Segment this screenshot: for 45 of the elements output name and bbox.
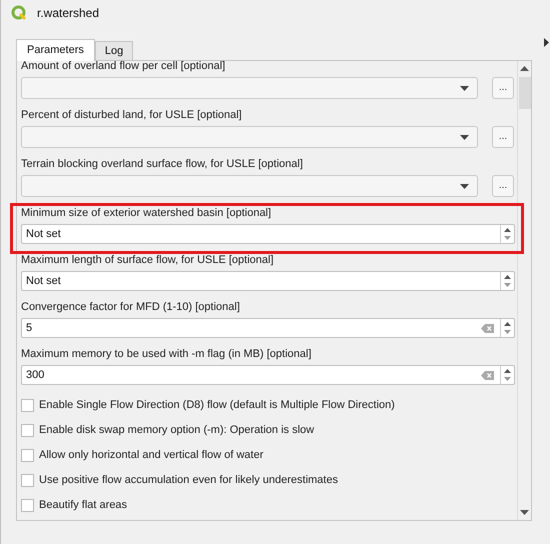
clear-icon[interactable]	[481, 370, 494, 380]
parameter-label: Maximum memory to be used with -m flag (in MB) [optional]	[21, 347, 312, 361]
scroll-thumb[interactable]	[518, 77, 530, 109]
layer-combo-box[interactable]	[21, 175, 478, 197]
checkbox[interactable]	[21, 474, 34, 486]
dropdown-arrow-icon	[460, 134, 469, 140]
parameter-label: Amount of overland flow per cell [optional]	[21, 59, 226, 73]
checkbox-label: Use positive flow accumulation even for likely underestimates	[39, 472, 338, 488]
browse-button[interactable]: ...	[492, 126, 514, 148]
parameter-label: Minimum size of exterior watershed basin [optional]	[21, 206, 272, 220]
parameter-label: Convergence factor for MFD (1-10) [optional]	[21, 300, 241, 314]
app-logo-icon	[11, 4, 27, 20]
parameter-label: Maximum length of surface flow, for USLE [optional]	[21, 253, 275, 267]
scrollbar[interactable]	[517, 61, 531, 520]
window-title: r.watershed	[37, 4, 100, 22]
spin-arrows-icon[interactable]	[500, 319, 514, 337]
checkbox[interactable]	[21, 448, 34, 462]
checkbox-label: Enable disk swap memory option (-m): Operation is slow	[39, 422, 314, 438]
checkbox-label: Enable Single Flow Direction (D8) flow (default is Multiple Flow Direction)	[39, 398, 395, 413]
checkbox-label: Allow only horizontal and vertical flow of water	[39, 448, 264, 463]
scroll-down-arrow-icon[interactable]	[520, 510, 529, 515]
spin-arrows-icon[interactable]	[500, 225, 514, 243]
checkbox[interactable]	[21, 398, 34, 412]
tab[interactable]: Parameters	[16, 39, 95, 61]
number-spin-box[interactable]: 5	[21, 318, 515, 338]
checkbox-label: Beautify flat areas	[39, 498, 128, 513]
tab[interactable]: Log	[94, 41, 134, 60]
spin-arrows-icon[interactable]	[500, 366, 514, 384]
parameter-label: Percent of disturbed land, for USLE [optional]	[21, 108, 243, 122]
layer-combo-box[interactable]	[21, 126, 478, 148]
expand-arrow-icon[interactable]	[544, 38, 549, 47]
checkbox[interactable]	[21, 424, 34, 436]
layer-combo-box[interactable]	[21, 77, 478, 99]
browse-button[interactable]: ...	[492, 77, 514, 99]
dropdown-arrow-icon	[460, 184, 469, 188]
number-spin-box[interactable]: 300	[21, 365, 515, 385]
checkbox[interactable]	[21, 498, 34, 512]
number-spin-box[interactable]: Not set	[21, 224, 515, 244]
clear-icon[interactable]	[481, 324, 494, 332]
parameter-label: Terrain blocking overland surface flow, for USLE [optional]	[21, 157, 304, 171]
scroll-up-arrow-icon[interactable]	[520, 66, 529, 71]
number-spin-box[interactable]: Not set	[21, 271, 515, 291]
spin-arrows-icon[interactable]	[500, 272, 514, 290]
browse-button[interactable]: ...	[492, 175, 514, 197]
dropdown-arrow-icon	[460, 86, 469, 90]
